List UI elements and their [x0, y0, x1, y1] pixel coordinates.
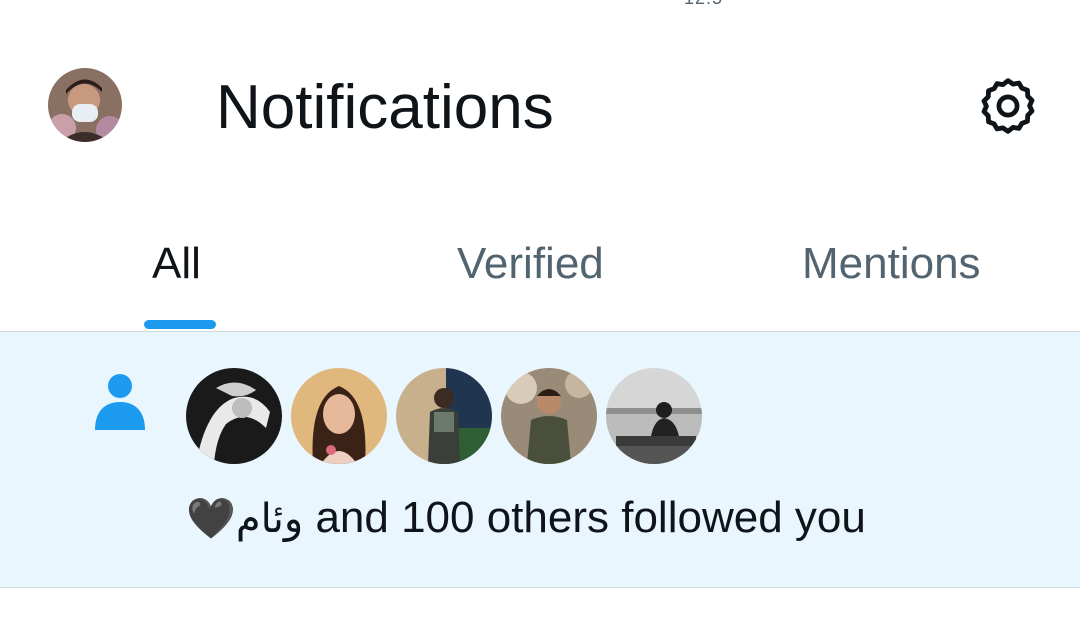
notification-message: and 100 others followed you [303, 493, 866, 542]
follower-avatar-5[interactable] [606, 368, 702, 464]
header: Notifications [0, 0, 1080, 200]
person-icon [92, 372, 148, 432]
follower-avatar-1[interactable] [186, 368, 282, 464]
tab-verified[interactable]: Verified [457, 232, 604, 296]
gear-icon [981, 78, 1035, 134]
follower-avatar-2[interactable] [291, 368, 387, 464]
notification-text: 🖤وئام and 100 others followed you [186, 488, 866, 548]
notification-tabs: All Verified Mentions [0, 200, 1080, 332]
follow-notification[interactable]: 🖤وئام and 100 others followed you [0, 332, 1080, 588]
follower-name[interactable]: وئام [236, 496, 303, 542]
notifications-screen: 12:5 Notifications All Verified Mentions [0, 0, 1080, 623]
settings-button[interactable] [972, 70, 1044, 142]
follower-avatar-4[interactable] [501, 368, 597, 464]
tab-mentions[interactable]: Mentions [802, 232, 981, 296]
page-title: Notifications [216, 73, 554, 142]
black-heart-emoji: 🖤 [186, 497, 236, 541]
follower-avatar-3[interactable] [396, 368, 492, 464]
tab-all[interactable]: All [152, 232, 201, 296]
active-tab-indicator [144, 320, 216, 329]
profile-avatar[interactable] [48, 68, 122, 142]
